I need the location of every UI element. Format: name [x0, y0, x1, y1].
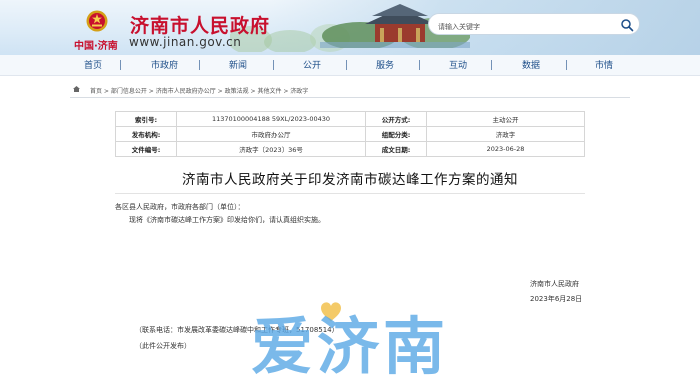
- breadcrumb-item-general-office[interactable]: 济南市人民政府办公厅: [156, 88, 216, 95]
- body-paragraph: 现将《济南市碳达峰工作方案》印发给你们，请认真组织实施。: [129, 216, 325, 224]
- breadcrumb-item-other-files[interactable]: 其他文件: [257, 88, 281, 95]
- title-divider: [115, 193, 585, 194]
- category-value: 济政字: [426, 126, 585, 142]
- ai-jinan-watermark-logo: 爱济南: [251, 302, 449, 378]
- nav-item-home[interactable]: 首页: [84, 58, 102, 71]
- signature-text: 济南市人民政府: [530, 280, 579, 288]
- nav-item-disclosure[interactable]: 公开: [303, 58, 321, 71]
- nav-item-city-info[interactable]: 市情: [595, 58, 613, 71]
- watermark-text: 爱济南: [251, 310, 449, 378]
- index-value: 11370100004188 59XL/2023-00430: [176, 111, 366, 127]
- doc-number-label: 文件编号:: [115, 141, 177, 157]
- publish-note-text: （此件公开发布）: [135, 342, 191, 350]
- nav-separator: [273, 60, 274, 70]
- nav-item-news[interactable]: 新闻: [229, 58, 247, 71]
- date-label: 成文日期:: [365, 141, 427, 157]
- breadcrumb-item-home[interactable]: 首页: [90, 88, 102, 95]
- table-row: 文件编号: 济政字〔2023〕36号 成文日期: 2023-06-28: [115, 141, 585, 157]
- index-label: 索引号:: [115, 111, 177, 127]
- issuer-label: 发布机构:: [115, 126, 177, 142]
- sign-date-text: 2023年6月28日: [530, 295, 583, 303]
- salutation-text: 各区县人民政府，市政府各部门（单位）：: [115, 203, 245, 211]
- nav-separator: [491, 60, 492, 70]
- nav-item-interaction[interactable]: 互动: [449, 58, 467, 71]
- category-label: 组配分类:: [365, 126, 427, 142]
- nav-item-city-government[interactable]: 市政府: [151, 58, 178, 71]
- date-value: 2023-06-28: [426, 141, 585, 157]
- search-icon[interactable]: [620, 18, 634, 32]
- national-emblem-icon: [86, 10, 108, 32]
- document-title: 济南市人民政府关于印发济南市碳达峰工作方案的通知: [182, 172, 518, 188]
- search-input[interactable]: [429, 17, 618, 37]
- breadcrumb-item-dept-disclosure[interactable]: 部门信息公开: [111, 88, 147, 95]
- main-nav: 首页 市政府 新闻 公开 服务 互动 数据 市情: [0, 55, 700, 76]
- breadcrumb: 首页 > 部门信息公开 > 济南市人民政府办公厅 > 政策法规 > 其他文件 >…: [70, 83, 630, 98]
- breadcrumb-item-policies[interactable]: 政策法规: [225, 88, 249, 95]
- open-mode-label: 公开方式:: [365, 111, 427, 127]
- nav-separator: [120, 60, 121, 70]
- nav-separator: [566, 60, 567, 70]
- document-metadata-table: 索引号: 11370100004188 59XL/2023-00430 公开方式…: [115, 111, 585, 157]
- table-row: 索引号: 11370100004188 59XL/2023-00430 公开方式…: [115, 111, 585, 127]
- nav-item-services[interactable]: 服务: [376, 58, 394, 71]
- doc-number-value: 济政字〔2023〕36号: [176, 141, 366, 157]
- site-header: 济南市人民政府 中国·济南 www.jinan.gov.cn: [0, 0, 700, 55]
- site-title[interactable]: 济南市人民政府: [130, 11, 270, 38]
- table-row: 发布机构: 市政府办公厅 组配分类: 济政字: [115, 126, 585, 142]
- breadcrumb-item-jizhengzi[interactable]: 济政字: [290, 88, 308, 95]
- nav-separator: [346, 60, 347, 70]
- nav-item-data[interactable]: 数据: [522, 58, 540, 71]
- nav-separator: [419, 60, 420, 70]
- nav-separator: [199, 60, 200, 70]
- site-subtitle-china-jinan: 中国·济南: [74, 41, 118, 52]
- breadcrumb-trail: 首页 > 部门信息公开 > 济南市人民政府办公厅 > 政策法规 > 其他文件 >…: [90, 88, 309, 95]
- open-mode-value: 主动公开: [426, 111, 585, 127]
- search-box: [428, 13, 640, 37]
- home-icon[interactable]: [73, 86, 80, 92]
- issuer-value: 市政府办公厅: [176, 126, 366, 142]
- site-url: www.jinan.gov.cn: [129, 35, 242, 49]
